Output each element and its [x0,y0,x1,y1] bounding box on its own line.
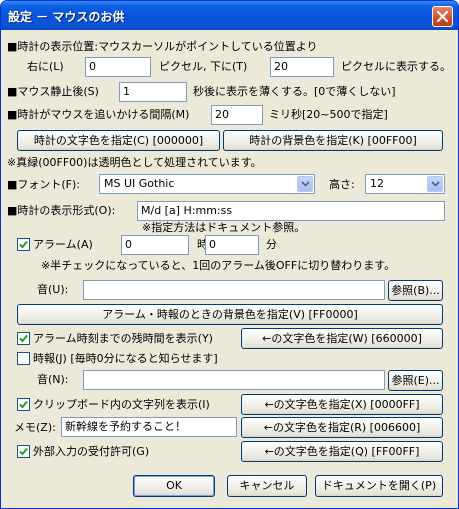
remaining-checkbox[interactable] [17,332,30,345]
position-suffix: ピクセルに表示する。 [341,60,451,73]
format-input[interactable]: M/d [a] H:mm:ss [137,201,445,221]
font-height-value: 12 [370,177,384,190]
font-select-value: MS UI Gothic [104,177,175,190]
alarm-sound-input[interactable] [83,280,385,300]
clipboard-checkbox[interactable] [17,398,30,411]
idle-fade-suffix: 秒後に表示を薄くする。[0で薄くしない] [193,85,396,98]
down-offset-input[interactable]: 20 [270,57,334,77]
font-height-label: 高さ: [329,178,355,191]
chime-checkbox[interactable] [17,352,30,365]
alarm-note: ※半チェックになっていると、1回のアラーム後OFFに切り替わります。 [41,259,396,272]
chime-browse-button[interactable]: 参照(E)... [388,370,443,391]
idle-fade-label: ■マウス静止後(S) [7,85,99,98]
alarm-hour-input[interactable]: 0 [121,235,189,255]
format-label: ■時計の表示形式(O): [7,204,116,217]
follow-interval-label: ■時計がマウスを追いかける間隔(M) [7,108,190,121]
close-icon [437,11,448,22]
font-select[interactable]: MS UI Gothic [99,174,315,194]
memo-label: メモ(Z): [14,421,56,434]
check-icon [19,447,28,456]
alarm-checkbox[interactable] [17,238,30,251]
down-offset-label: ピクセル, 下に(T) [159,60,248,73]
font-height-dropdown-button[interactable] [427,176,443,192]
clipboard-color-button[interactable]: ←の文字色を指定(X) [0000FF] [241,394,443,415]
remaining-color-button[interactable]: ←の文字色を指定(W) [660000] [241,328,443,349]
idle-fade-input[interactable]: 1 [119,82,187,102]
clipboard-label[interactable]: クリップボード内の文字列を表示(I) [33,398,210,412]
clock-text-color-button[interactable]: 時計の文字色を指定(C) [000000] [17,130,220,151]
transparent-note: ※真緑(00FF00)は透明色として処理されています。 [7,156,262,169]
chime-label[interactable]: 時報(J) [毎時0分になると知らせます] [33,352,218,366]
external-input-checkbox[interactable] [17,445,30,458]
alarm-minute-input[interactable]: 0 [205,235,259,255]
ok-button[interactable]: OK [133,475,215,497]
format-note: ※指定方法はドキュメント参照。 [142,221,306,234]
remaining-label[interactable]: アラーム時刻までの残時間を表示(Y) [33,332,213,346]
chime-sound-input[interactable] [83,370,385,390]
memo-input[interactable]: 新幹線を予約すること！ [61,417,237,437]
open-document-button[interactable]: ドキュメントを開く(P) [315,475,443,497]
memo-color-button[interactable]: ←の文字色を指定(R) [006600] [241,417,443,438]
alarm-sound-label: 音(U): [37,283,69,296]
check-icon [19,334,28,343]
right-offset-label: 右に(L) [27,60,64,73]
follow-interval-suffix: ミリ秒[20~500で指定] [269,108,388,121]
position-label: ■時計の表示位置:マウスカーソルがポイントしている位置より [7,40,318,53]
chime-sound-label: 音(N): [37,373,69,386]
alarm-minute-unit: 分 [266,238,277,251]
alarm-bg-color-button[interactable]: アラーム・時報のときの背景色を指定(V) [FF0000] [17,304,443,325]
font-height-select[interactable]: 12 [365,174,445,194]
follow-interval-input[interactable]: 20 [211,105,263,125]
alarm-label[interactable]: アラーム(A) [33,238,93,252]
chevron-down-icon [431,181,440,187]
external-color-button[interactable]: ←の文字色を指定(Q) [FF00FF] [241,441,443,462]
font-label: ■フォント(F): [7,178,81,191]
cancel-button[interactable]: キャンセル [227,475,307,497]
window-title: 設定 － マウスのお供 [8,10,125,24]
check-icon [19,400,28,409]
close-button[interactable] [432,6,453,27]
check-icon [19,240,28,249]
chevron-down-icon [301,181,310,187]
clock-bg-color-button[interactable]: 時計の背景色を指定(K) [00FF00] [223,130,443,151]
alarm-browse-button[interactable]: 参照(B)... [388,280,443,301]
font-dropdown-button[interactable] [297,176,313,192]
right-offset-input[interactable]: 0 [85,57,151,77]
settings-window: 設定 － マウスのお供 ■時計の表示位置:マウスカーソルがポイントしている位置よ… [0,0,459,509]
title-bar[interactable]: 設定 － マウスのお供 [1,1,458,30]
external-input-label[interactable]: 外部入力の受付許可(G) [33,445,149,459]
